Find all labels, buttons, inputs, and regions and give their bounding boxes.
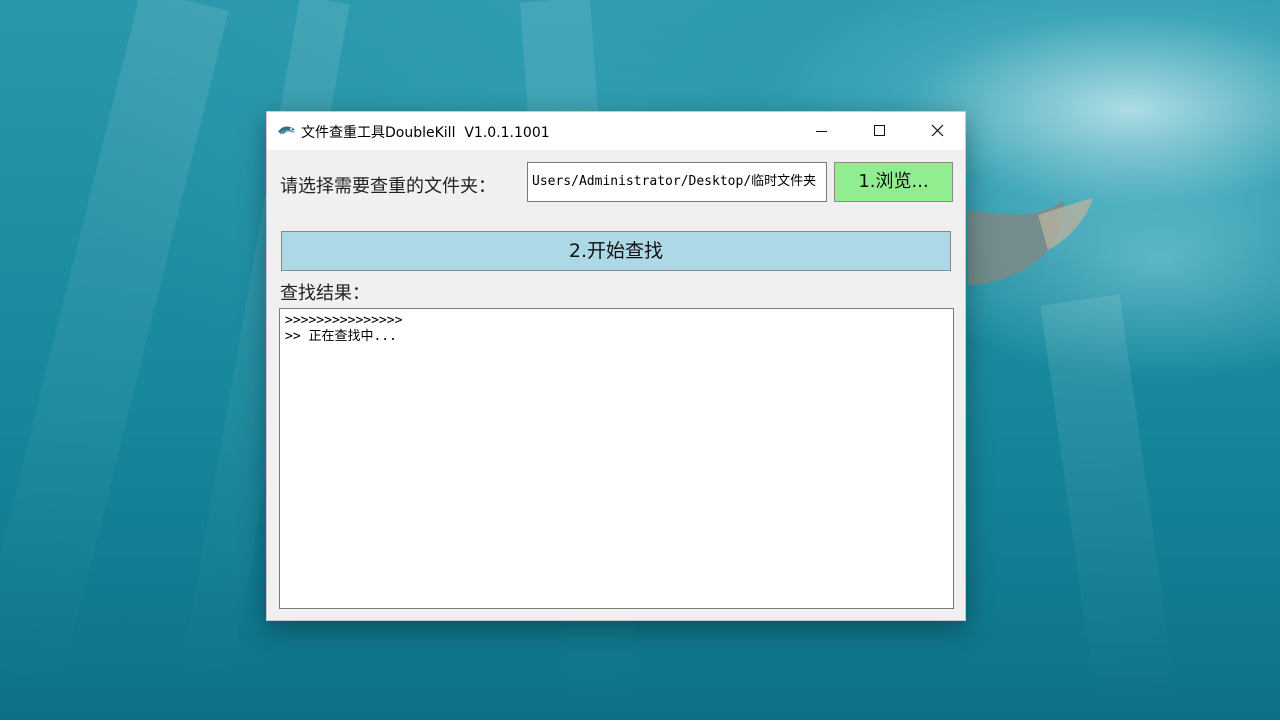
result-line: >>>>>>>>>>>>>>> <box>285 313 403 328</box>
whale-fin-graphic <box>968 198 1093 285</box>
folder-select-label: 请选择需要查重的文件夹： <box>280 176 496 197</box>
results-textarea[interactable]: >>>>>>>>>>>>>>> >> 正在查找中... <box>279 308 954 609</box>
window-title: 文件查重工具DoubleKill V1.0.1.1001 <box>301 125 550 141</box>
folder-path-value: Users/Administrator/Desktop/临时文件夹 <box>532 174 817 189</box>
title-bar[interactable]: 文件查重工具DoubleKill V1.0.1.1001 <box>267 112 965 150</box>
close-button[interactable] <box>908 112 966 150</box>
result-line: >> 正在查找中... <box>285 329 397 344</box>
app-window: 文件查重工具DoubleKill V1.0.1.1001 请选择需要查重的文件夹… <box>266 111 966 621</box>
maximize-button[interactable] <box>850 112 908 150</box>
minimize-icon <box>816 131 827 132</box>
start-search-button[interactable]: 2.开始查找 <box>281 231 951 271</box>
light-ray <box>1040 294 1179 721</box>
folder-path-input[interactable]: Users/Administrator/Desktop/临时文件夹 <box>527 162 827 202</box>
results-label: 查找结果： <box>280 283 370 304</box>
browse-button[interactable]: 1.浏览... <box>834 162 953 202</box>
fish-app-icon <box>278 126 295 135</box>
minimize-button[interactable] <box>792 112 850 150</box>
maximize-icon <box>874 125 885 136</box>
close-icon <box>931 124 944 137</box>
